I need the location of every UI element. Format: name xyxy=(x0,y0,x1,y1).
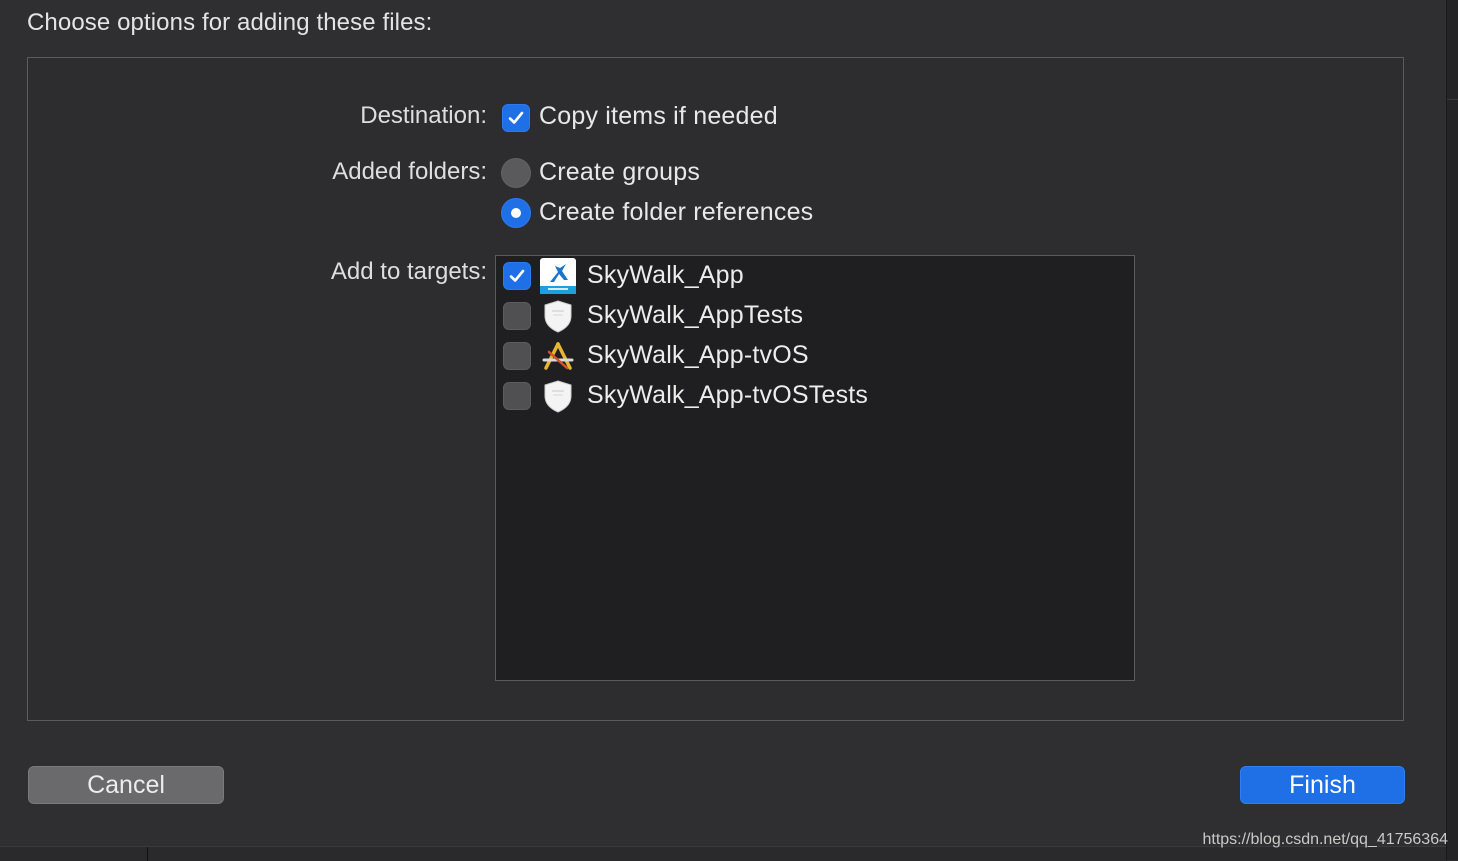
target-row-skywalk-app[interactable]: SkyWalk_App xyxy=(496,256,1134,296)
target-name: SkyWalk_AppTests xyxy=(587,301,804,329)
copy-items-label[interactable]: Copy items if needed xyxy=(539,102,778,131)
target-row-skywalk-apptests[interactable]: SkyWalk_AppTests xyxy=(496,296,1134,336)
strip-divider xyxy=(1447,99,1458,100)
radio-dot xyxy=(511,208,521,218)
target-name: SkyWalk_App xyxy=(587,261,744,289)
targets-list[interactable]: SkyWalk_App SkyWalk_AppTests SkyWalk_App… xyxy=(495,255,1135,681)
test-shield-icon xyxy=(544,380,572,413)
create-groups-label[interactable]: Create groups xyxy=(539,158,700,187)
target-checkbox[interactable] xyxy=(503,262,531,290)
target-row-skywalk-app-tvostests[interactable]: SkyWalk_App-tvOSTests xyxy=(496,376,1134,416)
finish-button[interactable]: Finish xyxy=(1240,766,1405,804)
target-row-skywalk-app-tvos[interactable]: SkyWalk_App-tvOS xyxy=(496,336,1134,376)
target-checkbox[interactable] xyxy=(503,302,531,330)
app-store-icon xyxy=(542,342,574,370)
right-edge-strip xyxy=(1446,0,1458,860)
target-checkbox[interactable] xyxy=(503,342,531,370)
create-groups-radio[interactable] xyxy=(501,158,531,188)
checkmark-icon xyxy=(509,269,525,282)
create-folder-references-radio[interactable] xyxy=(501,198,531,228)
checkmark-icon xyxy=(508,111,524,124)
watermark-text: https://blog.csdn.net/qq_41756364 xyxy=(1202,831,1448,848)
target-name: SkyWalk_App-tvOS xyxy=(587,341,809,369)
dialog-header: Choose options for adding these files: xyxy=(27,9,433,36)
add-files-sheet: Choose options for adding these files: D… xyxy=(0,0,1446,861)
target-checkbox[interactable] xyxy=(503,382,531,410)
divider-segment xyxy=(147,847,148,861)
add-to-targets-label: Add to targets: xyxy=(330,258,487,285)
app-icon xyxy=(540,258,576,294)
create-folder-references-label[interactable]: Create folder references xyxy=(539,198,813,227)
cancel-button[interactable]: Cancel xyxy=(28,766,224,804)
added-folders-label: Added folders: xyxy=(332,158,487,185)
copy-items-checkbox[interactable] xyxy=(502,104,530,132)
test-shield-icon xyxy=(544,300,572,333)
target-name: SkyWalk_App-tvOSTests xyxy=(587,381,869,409)
destination-label: Destination: xyxy=(360,102,487,129)
